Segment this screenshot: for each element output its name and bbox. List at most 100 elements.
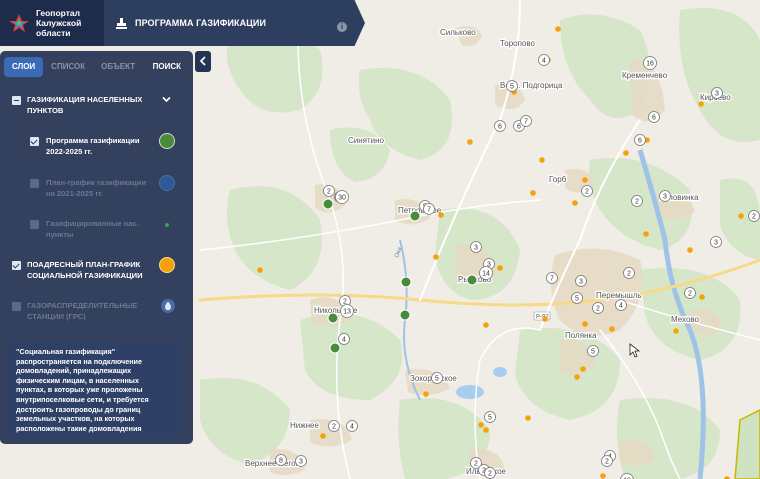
count-badge[interactable]: 5 (431, 372, 443, 384)
count-badge[interactable]: 5 (484, 411, 496, 423)
social-gas-marker[interactable] (623, 150, 629, 156)
count-badge[interactable]: 8 (275, 454, 287, 466)
count-label: 3 (579, 279, 583, 286)
count-badge[interactable]: 2 (601, 455, 613, 467)
count-badge[interactable]: 2 (592, 302, 604, 314)
social-gas-marker[interactable] (320, 433, 326, 439)
count-badge[interactable]: 4 (538, 54, 550, 66)
social-gas-marker[interactable] (530, 190, 536, 196)
social-gas-marker[interactable] (673, 328, 679, 334)
count-label: 6 (638, 138, 642, 145)
place-label: Сильково (440, 28, 476, 37)
layer-plan-checkbox[interactable] (30, 179, 39, 188)
social-gas-marker[interactable] (483, 322, 489, 328)
brand-line-1: Геопортал (36, 8, 81, 18)
info-line: распространяется на подключение (16, 356, 142, 366)
layer-gasified-label[interactable]: Газифицированные нас. пункты (46, 218, 156, 240)
program-count-badge[interactable]: 7 (423, 203, 435, 215)
count-badge[interactable]: 4 (615, 299, 627, 311)
count-badge[interactable]: 3 (295, 455, 307, 467)
collapse-panel-button[interactable] (195, 51, 211, 72)
program-count-badge[interactable]: 14 (479, 266, 493, 280)
count-badge[interactable]: 2 (631, 195, 643, 207)
count-badge[interactable]: 4 (346, 420, 358, 432)
social-gas-marker[interactable] (542, 316, 548, 322)
count-label: 6 (517, 124, 521, 131)
count-badge[interactable]: 2 (323, 185, 335, 197)
social-gas-marker[interactable] (582, 177, 588, 183)
group-grs-label[interactable]: ГАЗОРАСПРЕДЕЛИТЕЛЬНЫЕ СТАНЦИИ (ГРС) (27, 300, 157, 322)
tab-layers[interactable]: СЛОИ (4, 57, 44, 77)
program-marker[interactable] (409, 210, 421, 222)
tab-search[interactable]: ПОИСК (145, 57, 189, 77)
social-gas-marker[interactable] (483, 427, 489, 433)
program-marker[interactable] (322, 198, 334, 210)
info-icon[interactable]: i (337, 22, 347, 32)
group-social-label[interactable]: ПОАДРЕСНЫЙ ПЛАН-ГРАФИК СОЦИАЛЬНОЙ ГАЗИФИ… (27, 259, 157, 281)
program-count-badge[interactable]: 13 (340, 304, 354, 318)
social-gas-marker[interactable] (478, 422, 484, 428)
place-label: Полянка (565, 331, 597, 340)
group-grs-checkbox[interactable] (12, 302, 21, 311)
program-marker[interactable] (400, 276, 412, 288)
count-badge[interactable]: 7 (520, 115, 532, 127)
count-badge[interactable]: 5 (571, 292, 583, 304)
program-marker[interactable] (327, 312, 339, 324)
count-badge[interactable]: 2 (748, 210, 760, 222)
social-gas-marker[interactable] (580, 366, 586, 372)
social-gas-marker[interactable] (467, 139, 473, 145)
social-gas-marker[interactable] (574, 374, 580, 380)
social-gas-marker[interactable] (525, 415, 531, 421)
tab-object[interactable]: ОБЪЕКТ (93, 57, 143, 77)
social-gas-marker[interactable] (699, 294, 705, 300)
social-gas-marker[interactable] (643, 231, 649, 237)
count-badge[interactable]: 2 (623, 267, 635, 279)
count-label: 3 (663, 194, 667, 201)
count-badge[interactable]: 3 (659, 190, 671, 202)
social-gas-marker[interactable] (555, 26, 561, 32)
group-gasification-title[interactable]: ГАЗИФИКАЦИЯ НАСЕЛЕННЫХ ПУНКТОВ (27, 94, 157, 116)
social-gas-marker[interactable] (582, 321, 588, 327)
group-social-checkbox[interactable] (12, 261, 21, 270)
count-badge[interactable]: 16 (643, 56, 657, 70)
program-count-badge[interactable]: 30 (335, 190, 349, 204)
count-badge[interactable]: 3 (710, 236, 722, 248)
social-gas-marker[interactable] (433, 254, 439, 260)
social-gas-marker[interactable] (497, 265, 503, 271)
social-gas-marker[interactable] (423, 391, 429, 397)
layer-program-label[interactable]: Программа газификации 2022-2025 гг. (46, 135, 156, 157)
count-badge[interactable]: 2 (328, 420, 340, 432)
social-gas-marker[interactable] (698, 101, 704, 107)
social-gas-marker[interactable] (539, 157, 545, 163)
count-badge[interactable]: 4 (338, 333, 350, 345)
social-gas-marker[interactable] (600, 473, 606, 479)
tab-list[interactable]: СПИСОК (43, 57, 93, 77)
count-badge[interactable]: 2 (484, 467, 496, 479)
count-badge[interactable]: 6 (634, 134, 646, 146)
count-badge[interactable]: 3 (575, 275, 587, 287)
program-marker[interactable] (329, 342, 341, 354)
count-badge[interactable]: 5 (506, 80, 518, 92)
count-badge[interactable]: 5 (587, 345, 599, 357)
social-gas-marker[interactable] (738, 213, 744, 219)
program-marker[interactable] (399, 309, 411, 321)
count-badge[interactable]: 3 (470, 241, 482, 253)
social-gas-marker[interactable] (572, 200, 578, 206)
count-badge[interactable]: 2 (581, 185, 593, 197)
layer-program-checkbox[interactable] (30, 137, 39, 146)
social-gas-marker[interactable] (257, 267, 263, 273)
social-gas-marker[interactable] (687, 247, 693, 253)
social-gas-marker[interactable] (609, 326, 615, 332)
program-marker[interactable] (466, 274, 478, 286)
count-badge[interactable]: 6 (648, 111, 660, 123)
layer-plan-label[interactable]: План-график газификации на 2021-2025 гг. (46, 177, 156, 199)
layer-gasified-checkbox[interactable] (30, 220, 39, 229)
count-badge[interactable]: 2 (684, 287, 696, 299)
count-badge[interactable]: 6 (494, 120, 506, 132)
chevron-down-icon[interactable] (162, 96, 171, 103)
brand[interactable]: Геопортал Калужской области (0, 0, 104, 46)
social-gas-marker[interactable] (438, 212, 444, 218)
count-badge[interactable]: 3 (711, 87, 723, 99)
group-gasification-checkbox[interactable] (12, 96, 21, 105)
count-badge[interactable]: 7 (546, 272, 558, 284)
